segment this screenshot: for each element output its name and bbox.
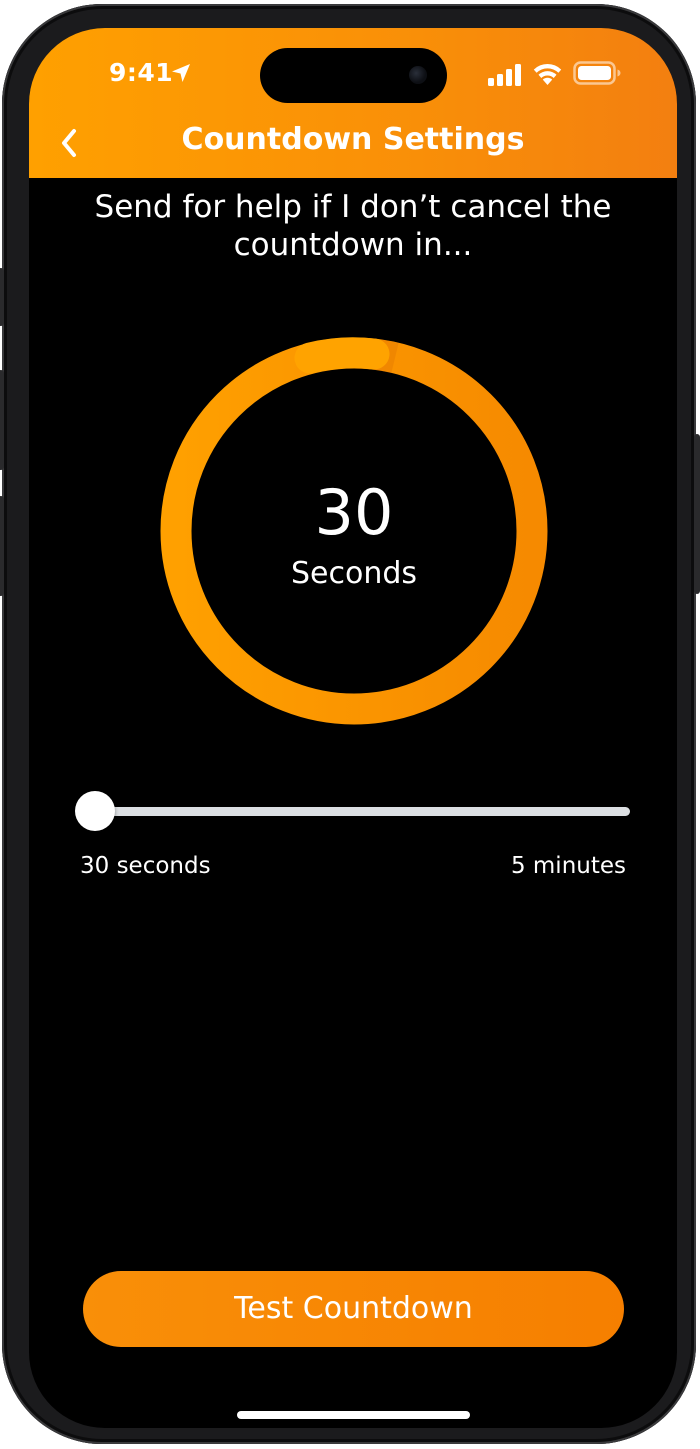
app-header: 9:41 Countdown Settings	[29, 28, 677, 178]
location-arrow-icon	[172, 64, 190, 82]
dynamic-island	[260, 48, 447, 103]
page-title: Countdown Settings	[181, 122, 525, 157]
app-screen: 9:41 Countdown Settings Send for help if…	[29, 28, 677, 1428]
slider-min-label: 30 seconds	[80, 853, 211, 879]
volume-down-button	[0, 496, 4, 596]
volume-up-button	[0, 370, 4, 470]
test-countdown-button[interactable]: Test Countdown	[83, 1271, 624, 1347]
status-time: 9:41	[109, 58, 174, 87]
battery-icon	[573, 61, 621, 85]
countdown-prompt: Send for help if I don’t cancel the coun…	[94, 189, 612, 263]
cellular-signal-icon	[488, 64, 521, 86]
front-camera-icon	[409, 66, 427, 84]
action-button	[0, 268, 4, 326]
countdown-value: 30	[314, 476, 394, 549]
wifi-icon	[533, 63, 562, 85]
countdown-unit: Seconds	[290, 556, 418, 591]
duration-slider-track[interactable]	[89, 807, 630, 816]
duration-slider-thumb[interactable]	[75, 791, 115, 831]
slider-max-label: 5 minutes	[510, 853, 626, 879]
power-button	[694, 434, 700, 594]
phone-frame: 9:41 Countdown Settings Send for help if…	[0, 4, 700, 1444]
home-indicator[interactable]	[237, 1411, 470, 1419]
